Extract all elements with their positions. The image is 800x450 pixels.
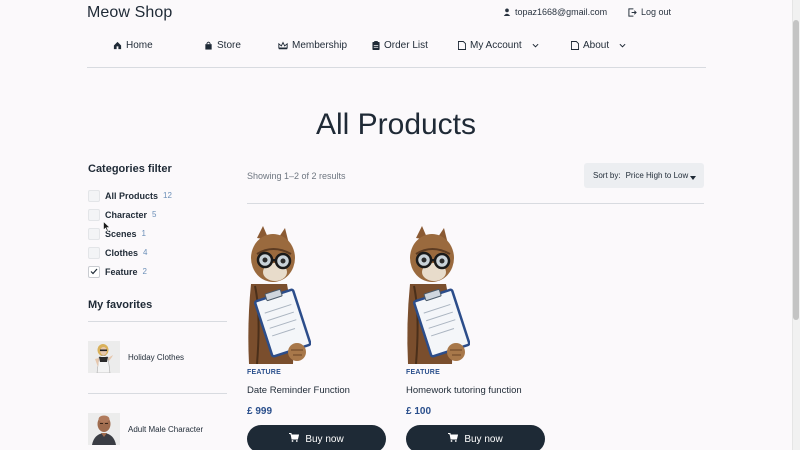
- product-price: £ 999: [247, 406, 273, 417]
- nav-home[interactable]: Home: [113, 40, 153, 51]
- page-title: All Products: [315, 108, 477, 141]
- category-character[interactable]: Character 5: [88, 205, 172, 224]
- category-scenes[interactable]: Scenes 1: [88, 224, 172, 243]
- category-label: All Products: [105, 190, 159, 201]
- favorite-item[interactable]: Adult Male Character: [88, 413, 203, 445]
- favorite-label: Holiday Clothes: [128, 352, 185, 362]
- buy-now-button[interactable]: Buy now: [247, 425, 386, 450]
- buy-now-button[interactable]: Buy now: [406, 425, 545, 450]
- favorite-label: Adult Male Character: [128, 424, 204, 434]
- category-checkbox-checked[interactable]: [88, 265, 100, 278]
- chevron-down-icon: [619, 40, 626, 51]
- results-count: Showing 1–2 of 2 results: [247, 171, 346, 181]
- product-name[interactable]: Homework tutoring function: [406, 385, 546, 396]
- nav-order-list-label: Order List: [384, 40, 428, 51]
- woman-figure-thumbnail: [88, 341, 120, 373]
- logout-link[interactable]: Log out: [628, 7, 671, 17]
- nav-about-label: About: [583, 40, 610, 51]
- category-checkbox[interactable]: [88, 208, 100, 221]
- nav-order-list[interactable]: Order List: [372, 40, 428, 51]
- category-feature[interactable]: Feature 2: [88, 262, 172, 281]
- favorites-title: My favorites: [88, 299, 153, 311]
- main-nav: Home Store Membership Order List My Acco…: [87, 30, 706, 68]
- caret-down-icon: [690, 173, 696, 182]
- logout-label: Log out: [641, 7, 672, 17]
- nav-store-label: Store: [217, 40, 241, 51]
- divider: [88, 393, 227, 394]
- scrollbar-thumb[interactable]: [793, 20, 799, 320]
- cart-icon: [448, 433, 459, 445]
- logout-icon: [628, 7, 637, 17]
- category-count: 4: [143, 248, 148, 257]
- category-all-products[interactable]: All Products 12: [88, 186, 172, 205]
- category-checkbox[interactable]: [88, 227, 100, 240]
- user-email: topaz1668@gmail.com: [515, 7, 608, 17]
- nav-my-account-label: My Account: [470, 40, 522, 51]
- chevron-down-icon: [532, 40, 539, 51]
- favorite-item[interactable]: Holiday Clothes: [88, 341, 184, 373]
- category-label: Feature: [105, 266, 138, 277]
- category-label: Character: [105, 209, 148, 220]
- product-card[interactable]: FEATURE Homework tutoring function £ 100…: [406, 224, 546, 450]
- product-tag: FEATURE: [406, 369, 440, 376]
- category-count: 5: [152, 210, 157, 219]
- category-count: 12: [163, 191, 172, 200]
- home-icon: [113, 41, 122, 50]
- buy-now-label: Buy now: [305, 433, 344, 445]
- nav-about[interactable]: About: [571, 40, 626, 51]
- product-price: £ 100: [406, 406, 432, 417]
- nav-membership-label: Membership: [292, 40, 348, 51]
- user-icon: [503, 8, 511, 16]
- product-card[interactable]: FEATURE Date Reminder Function £ 999 Buy…: [247, 224, 387, 450]
- nav-home-label: Home: [126, 40, 153, 51]
- cart-icon: [289, 433, 300, 445]
- document-icon: [458, 41, 466, 50]
- sort-value: Price High to Low: [625, 171, 689, 180]
- user-account-link[interactable]: topaz1668@gmail.com: [503, 7, 607, 17]
- categories-filter-list: All Products 12 Character 5 Scenes 1 Clo…: [88, 186, 172, 281]
- brand-logo[interactable]: Meow Shop: [87, 4, 172, 22]
- sort-dropdown[interactable]: Sort by: Price High to Low: [584, 163, 704, 188]
- bag-icon: [204, 41, 213, 50]
- categories-filter-title: Categories filter: [88, 163, 172, 175]
- page-scrollbar[interactable]: [792, 0, 800, 450]
- crown-icon: [278, 41, 288, 50]
- product-tag: FEATURE: [247, 369, 281, 376]
- bald-man-thumbnail: [88, 413, 120, 445]
- category-checkbox[interactable]: [88, 189, 100, 202]
- divider: [247, 203, 704, 204]
- nav-membership[interactable]: Membership: [278, 40, 347, 51]
- category-count: 2: [142, 267, 147, 276]
- category-clothes[interactable]: Clothes 4: [88, 243, 172, 262]
- product-name[interactable]: Date Reminder Function: [247, 385, 387, 396]
- cat-with-clipboard-image[interactable]: [247, 224, 311, 364]
- category-label: Clothes: [105, 247, 139, 258]
- sort-label: Sort by:: [593, 171, 621, 180]
- divider: [88, 321, 227, 322]
- buy-now-label: Buy now: [464, 433, 503, 445]
- nav-my-account[interactable]: My Account: [458, 40, 539, 51]
- cat-with-clipboard-image[interactable]: [406, 224, 470, 364]
- mouse-cursor-icon: [103, 219, 111, 237]
- category-checkbox[interactable]: [88, 246, 100, 259]
- checkmark-icon: [90, 268, 98, 275]
- category-count: 1: [141, 229, 146, 238]
- document-icon: [571, 41, 579, 50]
- nav-store[interactable]: Store: [204, 40, 241, 51]
- page: Meow Shop topaz1668@gmail.com Log out Ho…: [0, 0, 792, 450]
- clipboard-icon: [372, 41, 380, 50]
